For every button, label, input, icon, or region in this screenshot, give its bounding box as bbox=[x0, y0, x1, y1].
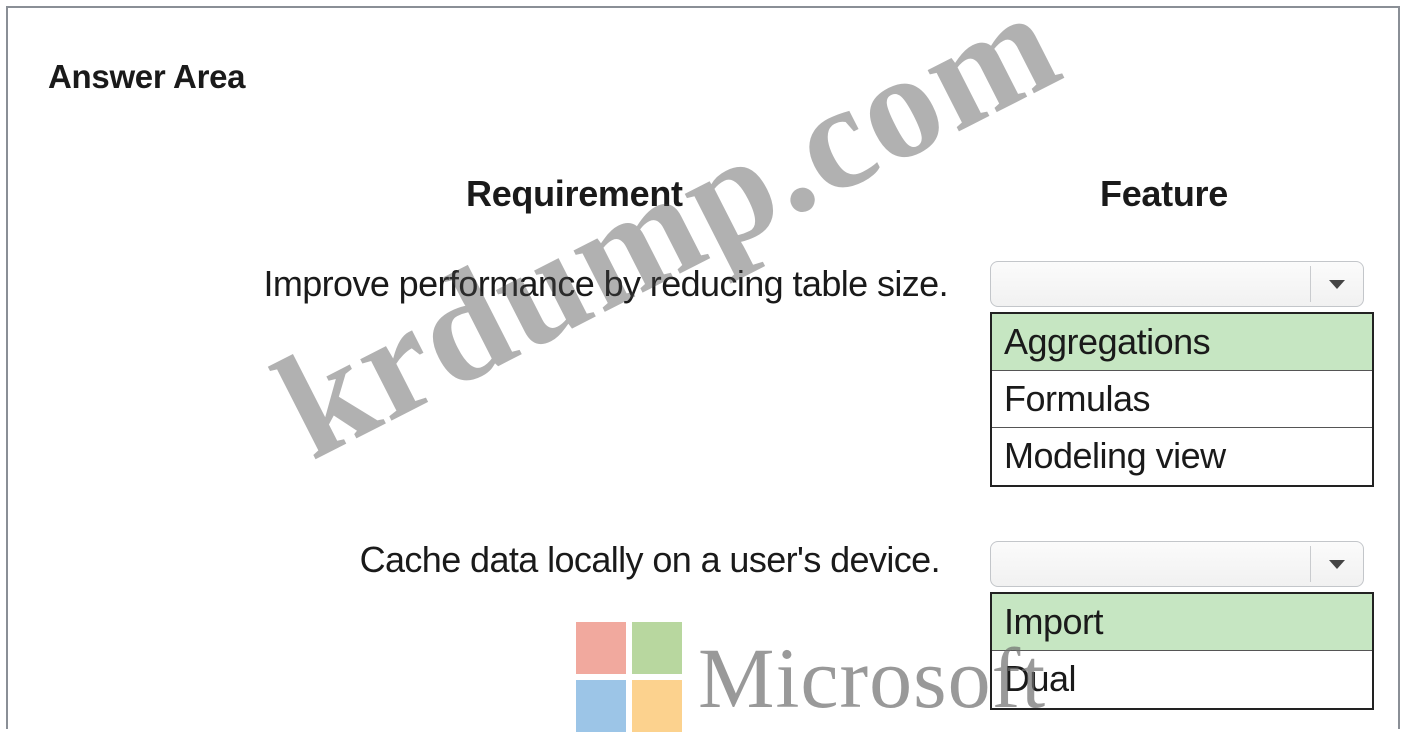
option-dual[interactable]: Dual bbox=[992, 651, 1372, 708]
dropdown-separator bbox=[1310, 546, 1311, 582]
microsoft-logo-icon bbox=[576, 622, 682, 732]
option-modeling-view[interactable]: Modeling view bbox=[992, 428, 1372, 485]
requirement-column-header: Requirement bbox=[466, 173, 683, 214]
answer-area-title: Answer Area bbox=[48, 58, 246, 95]
logo-square-yellow bbox=[632, 680, 682, 732]
answer-area-panel: Answer Area Requirement Feature Improve … bbox=[6, 6, 1400, 729]
feature-options-list-1: Aggregations Formulas Modeling view bbox=[990, 312, 1374, 487]
chevron-down-icon[interactable] bbox=[1329, 560, 1345, 569]
logo-square-blue bbox=[576, 680, 626, 732]
requirement-text-2: Cache data locally on a user's device. bbox=[359, 539, 941, 580]
option-import[interactable]: Import bbox=[992, 594, 1372, 651]
option-formulas[interactable]: Formulas bbox=[992, 371, 1372, 428]
option-aggregations[interactable]: Aggregations bbox=[992, 314, 1372, 371]
chevron-down-icon[interactable] bbox=[1329, 280, 1345, 289]
feature-options-list-2: Import Dual bbox=[990, 592, 1374, 710]
logo-square-green bbox=[632, 622, 682, 674]
feature-dropdown-1[interactable] bbox=[990, 261, 1364, 307]
requirement-text-1: Improve performance by reducing table si… bbox=[263, 263, 948, 304]
feature-column-header: Feature bbox=[1100, 173, 1228, 214]
logo-square-red bbox=[576, 622, 626, 674]
dropdown-separator bbox=[1310, 266, 1311, 302]
feature-dropdown-2[interactable] bbox=[990, 541, 1364, 587]
